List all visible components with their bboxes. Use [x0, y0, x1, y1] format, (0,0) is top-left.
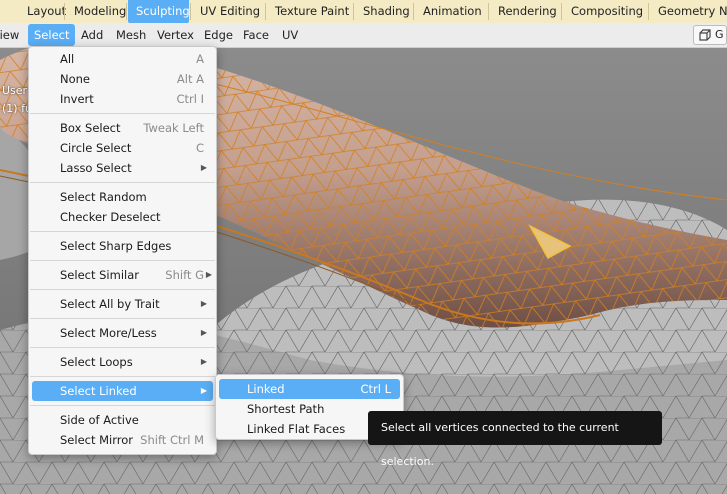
transform-orientation-button[interactable]: G [693, 25, 727, 45]
menu-item-lasso-select[interactable]: Lasso Select ▶ [32, 158, 213, 178]
menu-separator [30, 231, 215, 232]
menu-item-select-linked[interactable]: Select Linked ▶ [32, 381, 213, 401]
menu-item-side-of-active[interactable]: Side of Active [32, 410, 213, 430]
menu-item-shortcut: Tweak Left [143, 121, 204, 135]
menu-item-label: None [60, 72, 91, 86]
menu-item-select-sharp-edges[interactable]: Select Sharp Edges [32, 236, 213, 256]
menu-item-shortcut: A [196, 52, 204, 66]
submenu-item-label: Linked Flat Faces [247, 422, 346, 436]
tab-separator [126, 3, 127, 20]
submenu-item-label: Shortest Path [247, 402, 325, 416]
menu-item-label: Select Linked [60, 384, 137, 398]
menu-item-box-select[interactable]: Box Select Tweak Left [32, 118, 213, 138]
menu-item-select-loops[interactable]: Select Loops ▶ [32, 352, 213, 372]
tab-uv-editing[interactable]: UV Editing [192, 0, 264, 23]
menu-item-label: Box Select [60, 121, 121, 135]
tab-separator [190, 3, 191, 20]
menu-item-all[interactable]: All A [32, 49, 213, 69]
tab-modeling[interactable]: Modeling [66, 0, 126, 23]
menu-item-label: Select Random [60, 190, 147, 204]
tab-geometry-nodes[interactable]: Geometry Nodes [650, 0, 727, 23]
menu-item-label: Select Sharp Edges [60, 239, 172, 253]
tab-separator [413, 3, 414, 20]
submenu-arrow-icon: ▶ [200, 163, 207, 172]
menu-vertex[interactable]: Vertex [151, 23, 200, 47]
menu-item-label: Select Loops [60, 355, 133, 369]
menu-face[interactable]: Face [237, 23, 275, 47]
tab-shading[interactable]: Shading [355, 0, 412, 23]
menu-item-label: All [60, 52, 75, 66]
menu-separator [30, 113, 215, 114]
menu-edge[interactable]: Edge [198, 23, 239, 47]
submenu-arrow-icon: ▶ [200, 386, 207, 395]
menu-item-label: Circle Select [60, 141, 132, 155]
workspace-tab-bar: Layout Modeling Sculpting UV Editing Texture… [0, 0, 727, 24]
tab-compositing[interactable]: Compositing [563, 0, 647, 23]
tab-separator [353, 3, 354, 20]
menu-view[interactable]: View [0, 23, 25, 47]
menu-mesh[interactable]: Mesh [110, 23, 152, 47]
submenu-arrow-icon: ▶ [200, 328, 207, 337]
menu-item-label: Select Similar [60, 268, 139, 282]
menu-item-circle-select[interactable]: Circle Select C [32, 138, 213, 158]
tab-separator [488, 3, 489, 20]
menu-separator [30, 289, 215, 290]
tab-separator [64, 3, 65, 20]
select-menu: All A None Alt A Invert Ctrl I Box Select Tweak… [28, 46, 217, 455]
menu-add[interactable]: Add [75, 23, 109, 47]
menu-item-label: Invert [60, 92, 94, 106]
menu-item-select-similar[interactable]: Select Similar Shift G ▶ [32, 265, 213, 285]
menu-separator [30, 405, 215, 406]
menu-uv[interactable]: UV [276, 23, 304, 47]
menu-item-shortcut: Shift G [165, 268, 204, 282]
tab-separator [648, 3, 649, 20]
submenu-item-linked[interactable]: Linked Ctrl L [219, 379, 400, 399]
tab-animation[interactable]: Animation [415, 0, 487, 23]
viewport-header: ViewSelectAddMeshVertexEdgeFaceUV G [0, 23, 727, 48]
menu-item-invert[interactable]: Invert Ctrl I [32, 89, 213, 109]
menu-item-select-random[interactable]: Select Random [32, 187, 213, 207]
submenu-arrow-icon: ▶ [200, 357, 207, 366]
submenu-item-shortcut: Ctrl L [360, 382, 391, 396]
menu-item-select-all-by-trait[interactable]: Select All by Trait ▶ [32, 294, 213, 314]
tab-rendering[interactable]: Rendering [490, 0, 560, 23]
menu-separator [30, 260, 215, 261]
menu-item-shortcut: C [195, 141, 204, 155]
menu-separator [30, 318, 215, 319]
transform-orientation-label: G [715, 28, 724, 41]
menu-separator [30, 376, 215, 377]
tab-layout[interactable]: Layout [19, 0, 66, 23]
submenu-arrow-icon: ▶ [205, 270, 212, 279]
menu-item-label: Side of Active [60, 413, 139, 427]
submenu-arrow-icon: ▶ [200, 299, 207, 308]
menu-item-label: Checker Deselect [60, 210, 161, 224]
menu-item-none[interactable]: None Alt A [32, 69, 213, 89]
transform-icon [698, 29, 711, 45]
submenu-item-label: Linked [247, 382, 285, 396]
menu-item-label: Select Mirror [60, 433, 134, 447]
menu-item-label: Select All by Trait [60, 297, 160, 311]
tab-texture-paint[interactable]: Texture Paint [267, 0, 352, 23]
menu-item-label: Select More/Less [60, 326, 157, 340]
menu-item-checker-deselect[interactable]: Checker Deselect [32, 207, 213, 227]
tooltip: Select all vertices connected to the cur… [368, 411, 662, 468]
menu-item-shortcut: Shift Ctrl M [140, 433, 204, 447]
menu-item-label: Lasso Select [60, 161, 132, 175]
tab-separator [265, 3, 266, 20]
menu-select[interactable]: Select [28, 24, 76, 46]
menu-item-shortcut: Ctrl I [176, 92, 204, 106]
menu-item-select-mirror[interactable]: Select Mirror Shift Ctrl M [32, 430, 213, 450]
tab-sculpting[interactable]: Sculpting [128, 0, 190, 23]
menu-separator [30, 182, 215, 183]
tab-separator [561, 3, 562, 20]
menu-item-shortcut: Alt A [176, 72, 204, 86]
menu-separator [30, 347, 215, 348]
menu-item-select-more-less[interactable]: Select More/Less ▶ [32, 323, 213, 343]
